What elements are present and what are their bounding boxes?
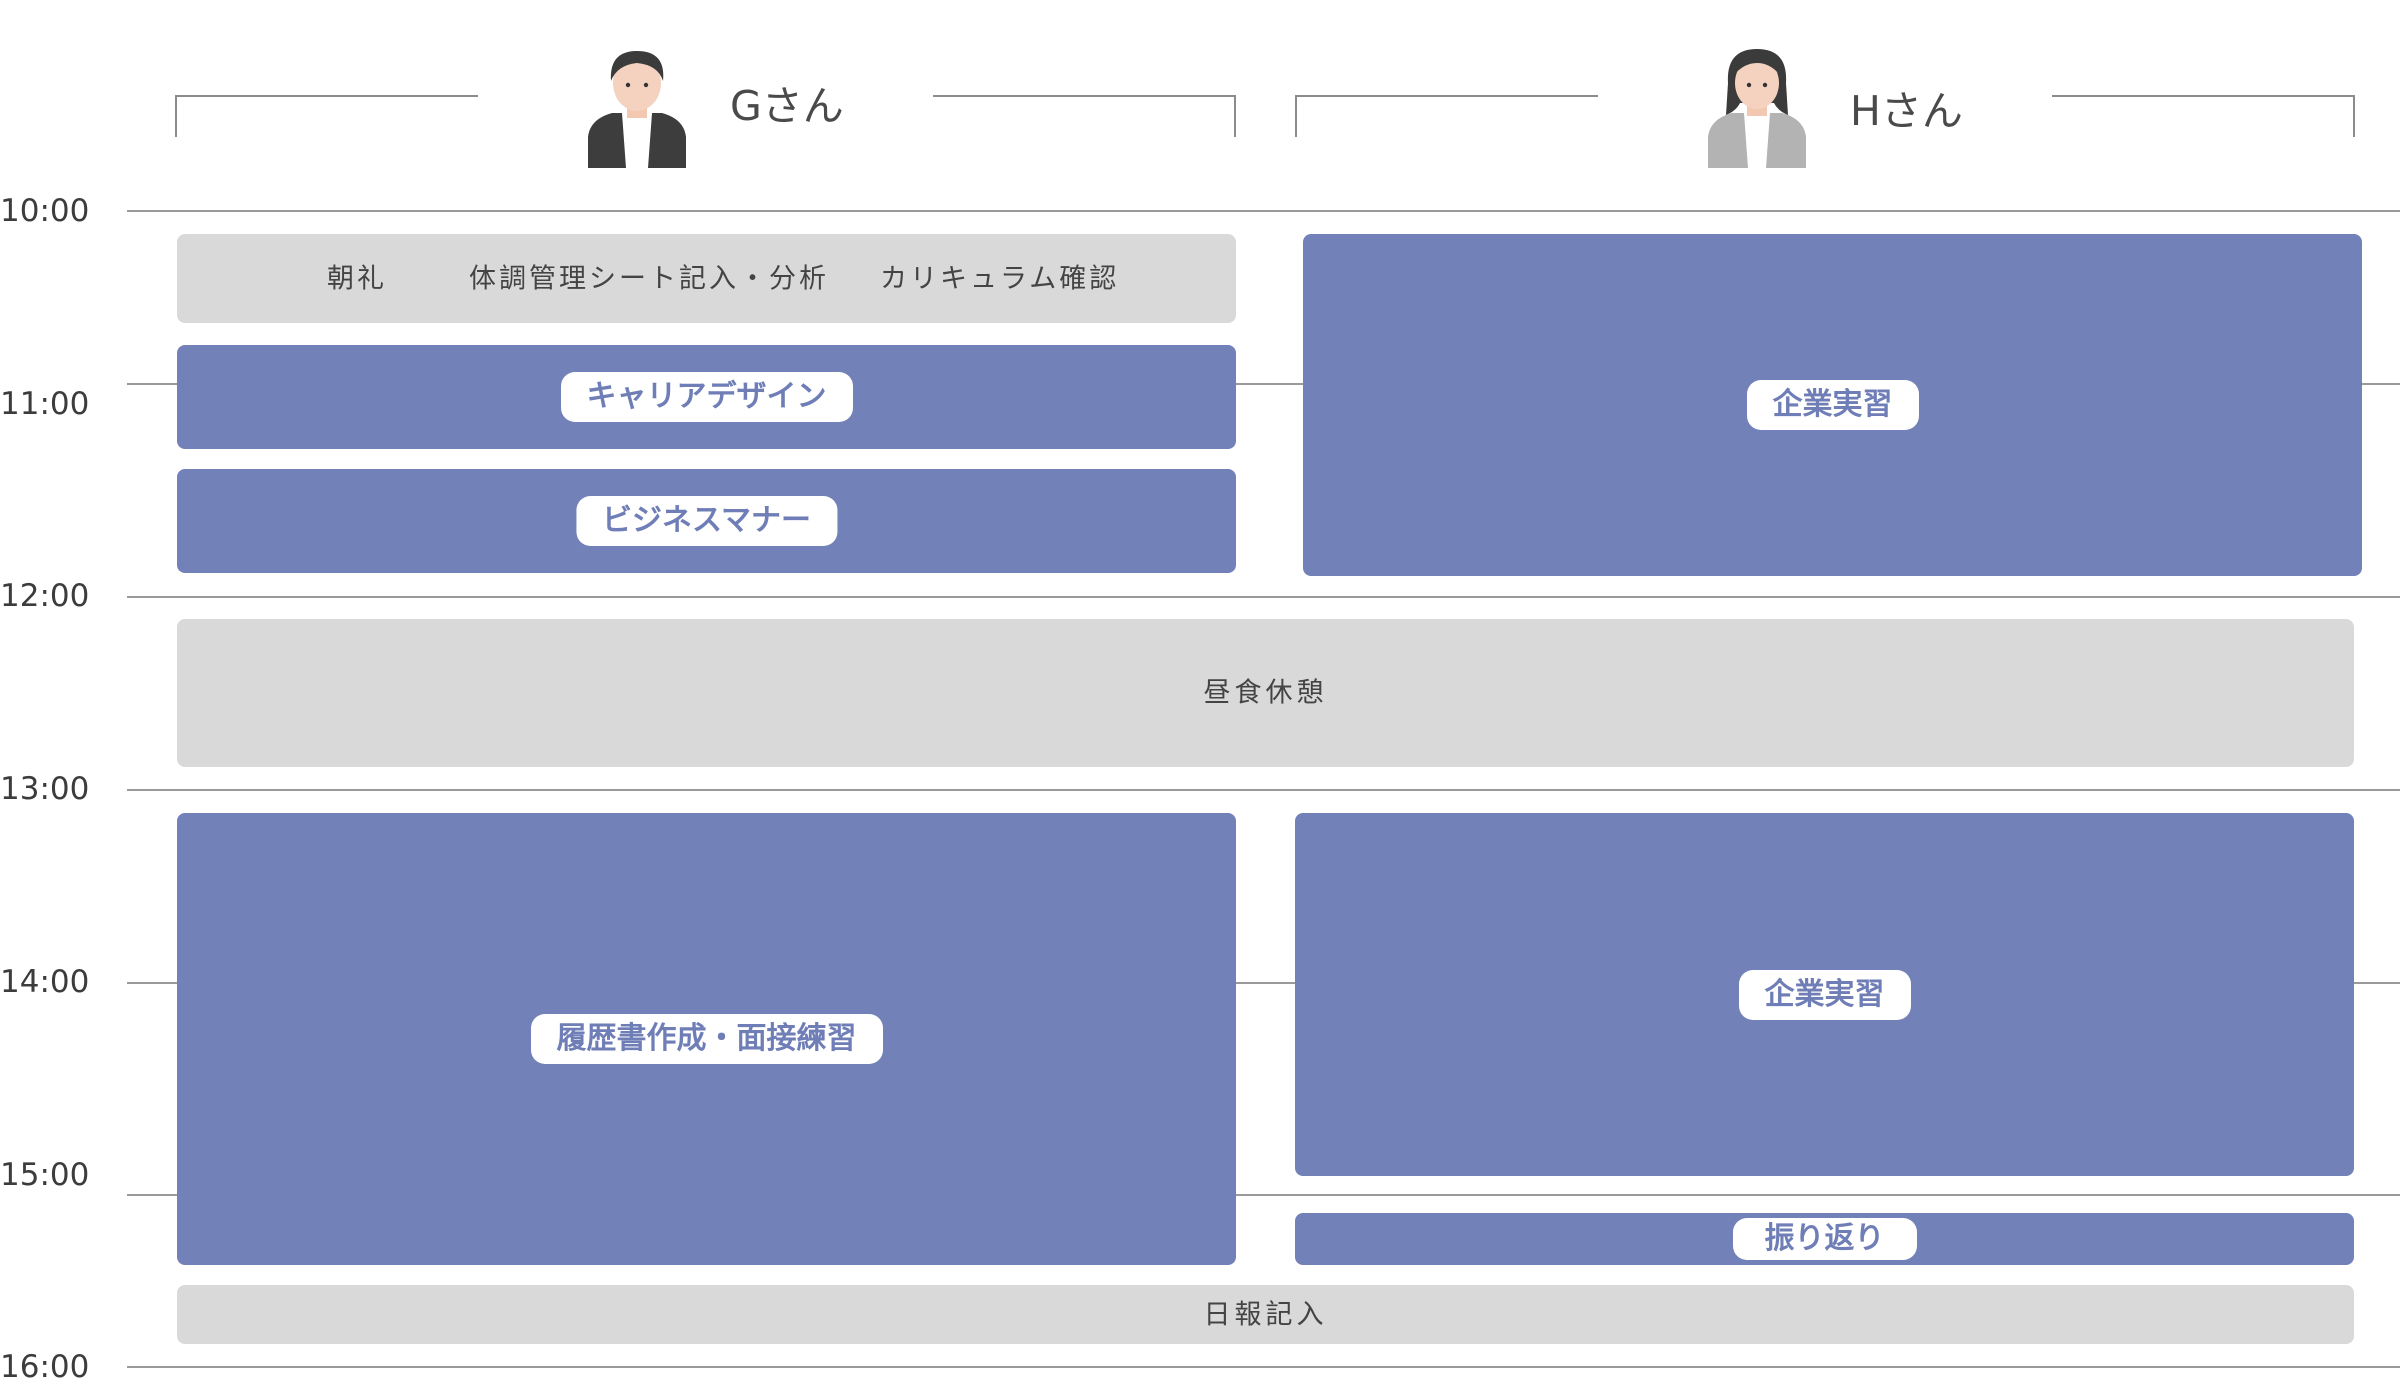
g-morning-routine-block: 朝礼 体調管理シート記入・分析 カリキュラム確認 bbox=[177, 234, 1236, 323]
morning-item-curriculum: カリキュラム確認 bbox=[880, 263, 1120, 294]
lunch-break-label: 昼食休憩 bbox=[1203, 677, 1328, 709]
time-label-15: 15:00 bbox=[0, 1157, 90, 1193]
bracket-right-tick bbox=[2353, 95, 2355, 137]
bracket-left-line bbox=[1295, 95, 1598, 97]
h-internship-pm-block: 企業実習 bbox=[1295, 813, 2354, 1176]
time-label-13: 13:00 bbox=[0, 771, 90, 807]
daily-report-label: 日報記入 bbox=[1203, 1299, 1328, 1330]
internship-am-label: 企業実習 bbox=[1746, 380, 1919, 430]
g-career-design-block: キャリアデザイン bbox=[177, 345, 1236, 449]
bracket-right-line bbox=[2052, 95, 2355, 97]
time-label-16: 16:00 bbox=[0, 1349, 90, 1385]
morning-item-health-sheet: 体調管理シート記入・分析 bbox=[469, 263, 829, 294]
time-label-11: 11:00 bbox=[0, 386, 90, 422]
internship-pm-label: 企業実習 bbox=[1738, 969, 1911, 1020]
bracket-left-line bbox=[175, 95, 478, 97]
male-avatar-icon bbox=[588, 51, 686, 168]
g-business-manner-block: ビジネスマナー bbox=[177, 469, 1236, 573]
bracket-right-tick bbox=[1234, 95, 1236, 137]
hour-line-12 bbox=[127, 596, 2400, 598]
hour-line-10 bbox=[127, 210, 2400, 212]
person-name-g: Gさん bbox=[730, 82, 844, 130]
g-resume-interview-block: 履歴書作成・面接練習 bbox=[177, 813, 1236, 1265]
bracket-left-tick bbox=[1295, 95, 1297, 137]
hour-line-13 bbox=[127, 789, 2400, 791]
business-manner-label: ビジネスマナー bbox=[575, 496, 838, 546]
time-label-10: 10:00 bbox=[0, 193, 90, 229]
daily-report-block: 日報記入 bbox=[177, 1285, 2354, 1344]
female-avatar-icon bbox=[1708, 49, 1806, 168]
bracket-right-line bbox=[933, 95, 1236, 97]
bracket-left-tick bbox=[175, 95, 177, 137]
hour-line-16 bbox=[127, 1366, 2400, 1368]
person-name-h: Hさん bbox=[1850, 87, 1963, 135]
lunch-break-block: 昼食休憩 bbox=[177, 619, 2354, 767]
time-label-12: 12:00 bbox=[0, 578, 90, 614]
morning-item-chorei: 朝礼 bbox=[327, 263, 387, 294]
h-internship-am-block: 企業実習 bbox=[1303, 234, 2362, 576]
time-label-14: 14:00 bbox=[0, 964, 90, 1000]
career-design-label: キャリアデザイン bbox=[560, 372, 853, 422]
reflection-label: 振り返り bbox=[1732, 1218, 1917, 1260]
h-reflection-block: 振り返り bbox=[1295, 1213, 2354, 1265]
resume-interview-label: 履歴書作成・面接練習 bbox=[530, 1014, 883, 1064]
